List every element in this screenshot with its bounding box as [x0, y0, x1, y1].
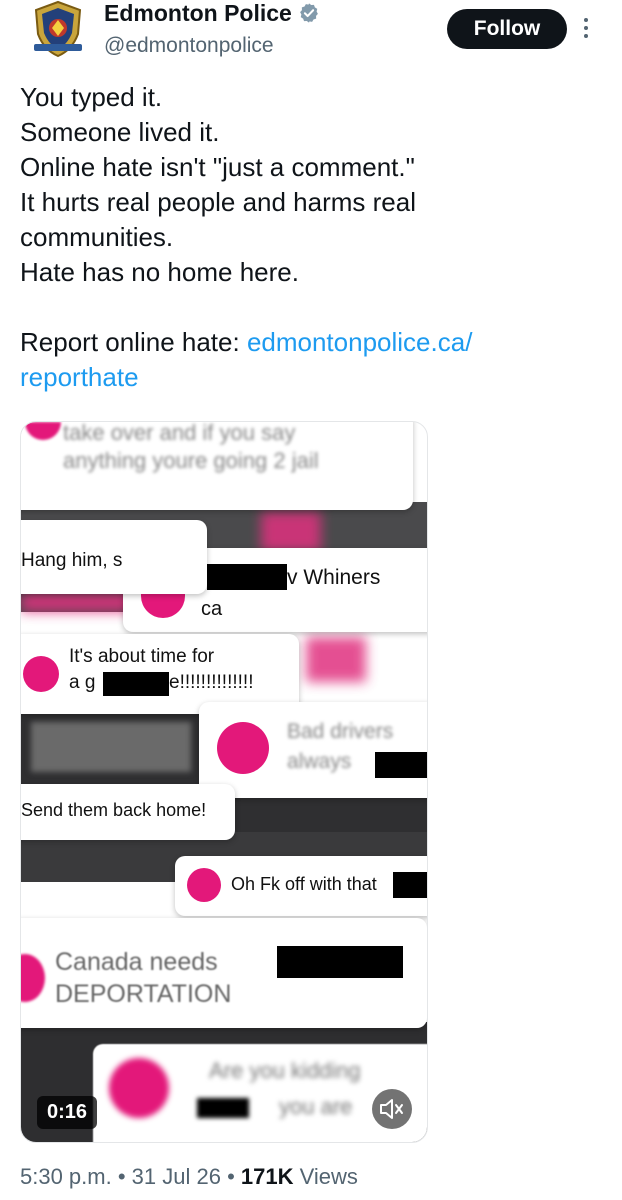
redaction-bar: [375, 752, 427, 778]
comment-text: It's about time for: [69, 646, 215, 667]
comment-text: Oh Fk off with that: [231, 874, 377, 894]
author-handle[interactable]: @edmontonpolice: [104, 34, 274, 58]
video-duration: 0:16: [37, 1096, 97, 1129]
tweet-line: You typed it.: [20, 82, 163, 112]
comment-bubble: Send them back home!: [21, 784, 235, 840]
comment-text: Are you kidding: [209, 1058, 361, 1083]
comment-text: take over and if you say: [63, 421, 296, 445]
avatar[interactable]: [28, 0, 88, 58]
redaction-bar: [197, 1098, 249, 1118]
views-count: 171K: [240, 1164, 294, 1189]
tweet-line: Hate has no home here.: [20, 257, 299, 287]
redaction-bar: [393, 872, 427, 898]
volume-muted-icon[interactable]: [372, 1089, 412, 1129]
avatar-dot: [109, 1058, 169, 1118]
comment-text: you are: [279, 1094, 353, 1119]
tweet-time[interactable]: 5:30 p.m.: [20, 1164, 112, 1189]
comment-text: ca: [201, 598, 223, 620]
tweet-line: communities.: [20, 222, 174, 252]
tweet-date[interactable]: 31 Jul 26: [132, 1164, 221, 1189]
avatar-dot: [25, 422, 61, 440]
comment-bubble: Hang him, s: [21, 520, 207, 594]
avatar-dot: [187, 868, 221, 902]
comment-text: e!!!!!!!!!!!!!!: [169, 672, 254, 693]
more-options-icon[interactable]: [580, 14, 592, 46]
comment-text: Hang him, s: [21, 550, 123, 571]
comment-text: Bad drivers: [287, 720, 394, 743]
avatar-dot: [23, 656, 59, 692]
comment-text: a g: [69, 672, 96, 693]
tweet-header: Edmonton Police @edmontonpolice Follow: [0, 0, 622, 80]
separator: •: [220, 1164, 241, 1189]
views-label: Views: [293, 1164, 358, 1189]
redaction-bar: [207, 564, 287, 590]
blur-accent: [261, 512, 321, 552]
redaction-bar: [277, 946, 403, 978]
blur-accent: [306, 637, 366, 682]
tweet-line: Online hate isn't "just a comment.": [20, 152, 415, 182]
author-display-name[interactable]: Edmonton Police: [104, 0, 292, 26]
verified-badge-icon: [299, 3, 318, 23]
video-player[interactable]: take over and if you say anything youre …: [20, 421, 428, 1143]
tweet-line: Someone lived it.: [20, 117, 220, 147]
tweet-text: You typed it. Someone lived it. Online h…: [20, 80, 605, 395]
tweet-line: It hurts real people and harms real: [20, 187, 416, 217]
tweet-meta: 5:30 p.m. • 31 Jul 26 • 171K Views: [20, 1164, 358, 1190]
avatar-dot: [217, 722, 269, 774]
report-prefix: Report online hate:: [20, 327, 247, 357]
report-link-continued[interactable]: reporthate: [20, 360, 605, 395]
comment-text: v Whiners: [287, 566, 381, 589]
video-background: [31, 722, 191, 772]
avatar-dot: [21, 954, 45, 1002]
comment-bubble: Canada needs DEPORTATION: [21, 918, 427, 1028]
separator: •: [111, 1164, 132, 1189]
comment-text: DEPORTATION: [55, 980, 232, 1008]
report-link[interactable]: edmontonpolice.ca/: [247, 327, 472, 357]
comment-bubble: take over and if you say anything youre …: [21, 421, 413, 510]
comment-bubble: Bad drivers always: [199, 702, 427, 798]
comment-text: Send them back home!: [21, 800, 207, 820]
comment-text: Canada needs: [55, 948, 218, 976]
follow-button[interactable]: Follow: [447, 9, 567, 49]
police-crest-icon: [34, 0, 82, 58]
report-line: Report online hate: edmontonpolice.ca/: [20, 325, 605, 360]
redaction-bar: [103, 672, 169, 696]
comment-bubble: Oh Fk off with that: [175, 856, 427, 916]
comment-text: always: [287, 750, 352, 773]
comment-text: anything youre going 2 jail: [63, 448, 319, 473]
